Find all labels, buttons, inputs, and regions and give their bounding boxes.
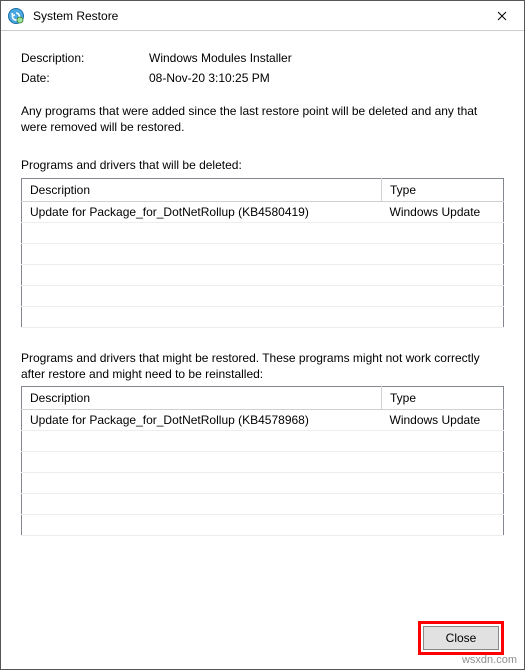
date-row: Date: 08-Nov-20 3:10:25 PM (21, 71, 504, 85)
date-label: Date: (21, 71, 149, 85)
deleted-caption: Programs and drivers that will be delete… (21, 157, 504, 173)
table-row[interactable] (22, 285, 504, 306)
button-row: Close (21, 621, 504, 655)
cell-description: Update for Package_for_DotNetRollup (KB4… (22, 201, 382, 222)
table-row[interactable] (22, 243, 504, 264)
table-row[interactable] (22, 222, 504, 243)
table-row[interactable]: Update for Package_for_DotNetRollup (KB4… (22, 201, 504, 222)
content-area: Description: Windows Modules Installer D… (1, 31, 524, 669)
col-type[interactable]: Type (382, 178, 504, 201)
window-title: System Restore (33, 9, 479, 23)
table-row[interactable]: Update for Package_for_DotNetRollup (KB4… (22, 409, 504, 430)
restore-notice: Any programs that were added since the l… (21, 103, 504, 135)
table-row[interactable] (22, 264, 504, 285)
window-close-button[interactable] (479, 1, 524, 30)
cell-type: Windows Update (382, 409, 504, 430)
restored-table: Description Type Update for Package_for_… (21, 386, 504, 536)
cell-type: Windows Update (382, 201, 504, 222)
table-row[interactable] (22, 451, 504, 472)
date-value: 08-Nov-20 3:10:25 PM (149, 71, 270, 85)
restored-caption: Programs and drivers that might be resto… (21, 350, 504, 382)
close-highlight: Close (418, 621, 504, 655)
description-row: Description: Windows Modules Installer (21, 51, 504, 65)
col-description[interactable]: Description (22, 386, 382, 409)
description-label: Description: (21, 51, 149, 65)
table-row[interactable] (22, 493, 504, 514)
description-value: Windows Modules Installer (149, 51, 292, 65)
table-header-row: Description Type (22, 386, 504, 409)
table-row[interactable] (22, 430, 504, 451)
col-description[interactable]: Description (22, 178, 382, 201)
system-restore-window: System Restore Description: Windows Modu… (0, 0, 525, 670)
close-icon (497, 11, 507, 21)
cell-description: Update for Package_for_DotNetRollup (KB4… (22, 409, 382, 430)
col-type[interactable]: Type (382, 386, 504, 409)
table-row[interactable] (22, 306, 504, 327)
close-button[interactable]: Close (423, 626, 499, 650)
deleted-table: Description Type Update for Package_for_… (21, 178, 504, 328)
table-row[interactable] (22, 514, 504, 535)
table-row[interactable] (22, 472, 504, 493)
table-header-row: Description Type (22, 178, 504, 201)
system-restore-icon (7, 7, 25, 25)
titlebar: System Restore (1, 1, 524, 31)
